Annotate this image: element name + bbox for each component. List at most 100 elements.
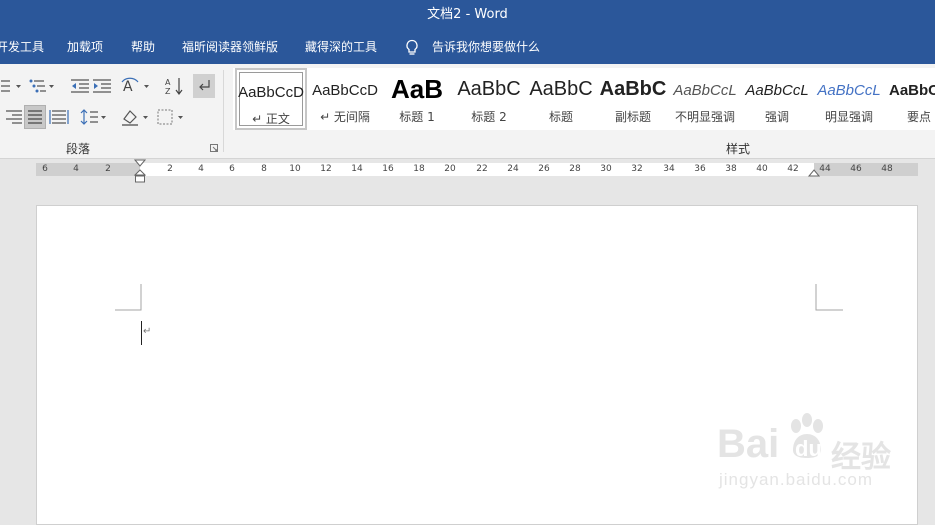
ruler-tick-label: 16: [382, 164, 394, 174]
style-name: 要点: [907, 110, 932, 124]
chinese-layout-icon[interactable]: A: [121, 76, 151, 96]
ruler-tick-label: 22: [476, 164, 488, 174]
right-indent-marker[interactable]: [808, 169, 820, 179]
ruler-tick-label: 4: [198, 164, 204, 174]
show-formatting-button[interactable]: [193, 74, 215, 98]
decrease-indent-icon[interactable]: [69, 76, 91, 96]
margin-corner-top-left: [115, 284, 142, 311]
horizontal-ruler[interactable]: 6 4 2 2 4 6 8 10 12 14 16 18 20 22 24 26…: [36, 163, 918, 176]
watermark-url: jingyan.baidu.com: [719, 470, 874, 489]
group-separator: [223, 70, 224, 152]
style-sample: AaBbC: [457, 78, 521, 100]
ruler-left-margin: [36, 163, 140, 176]
style-sample: AaBbC: [599, 78, 667, 100]
ruler-tick-label: 42: [787, 164, 799, 174]
lightbulb-icon[interactable]: [404, 39, 420, 57]
window-title: 文档2 - Word: [427, 7, 508, 22]
paragraph-mark: ↵: [143, 326, 152, 337]
sort-icon[interactable]: A Z: [164, 76, 186, 96]
style-name: 副标题: [614, 110, 651, 124]
ruler-tick-label: 40: [756, 164, 768, 174]
ruler-tick-label: 48: [881, 164, 893, 174]
paragraph-group-label: 段落: [66, 142, 91, 156]
tab-help[interactable]: 帮助: [131, 30, 155, 64]
justify-icon: [28, 110, 42, 124]
ruler-tick-label: 6: [42, 164, 48, 174]
ruler-tick-label: 10: [289, 164, 301, 174]
style-name: 标题: [548, 110, 573, 124]
style-name: 标题 2: [471, 110, 507, 124]
ruler-tick-label: 28: [569, 164, 581, 174]
style-subtitle[interactable]: AaBbC 副标题: [597, 68, 669, 130]
style-name: 标题 1: [399, 110, 435, 124]
bullets-icon[interactable]: [0, 76, 22, 96]
watermark-brand: Bai: [717, 422, 780, 466]
pilcrow-icon: [199, 80, 210, 91]
ruler-tick-label: 26: [538, 164, 550, 174]
style-sample: AaB: [390, 74, 443, 104]
style-name: 不明显强调: [674, 110, 735, 124]
style-sample: AaBbC: [889, 82, 935, 99]
style-name: ↵ 无间隔: [320, 110, 370, 124]
align-right-icon[interactable]: [2, 107, 24, 127]
style-intense-emphasis[interactable]: AaBbCcL 明显强调: [813, 68, 885, 130]
tab-hidden-tools[interactable]: 藏得深的工具: [305, 30, 377, 64]
ruler-tick-label: 20: [444, 164, 456, 174]
text-cursor: [141, 321, 142, 345]
ruler-tick-label: 46: [850, 164, 862, 174]
style-sample: AaBbCcL: [817, 82, 881, 99]
baidu-jingyan-watermark: Bai du 经验 jingyan.baidu.com: [715, 410, 915, 510]
ruler-tick-label: 4: [73, 164, 79, 174]
style-subtle-emphasis[interactable]: AaBbCcL 不明显强调: [669, 68, 741, 130]
tab-addins[interactable]: 加载项: [67, 30, 103, 64]
style-sample: AaBbCcD: [312, 82, 378, 99]
ruler-tick-label: 2: [167, 164, 173, 174]
shading-icon[interactable]: [120, 107, 150, 127]
ruler-tick-label: 36: [694, 164, 706, 174]
borders-icon[interactable]: [156, 107, 186, 127]
svg-text:A: A: [123, 79, 133, 95]
dialog-launcher-icon[interactable]: [210, 144, 218, 152]
style-name: 强调: [764, 110, 789, 124]
ruler-tick-label: 32: [631, 164, 643, 174]
style-title[interactable]: AaBbC 标题: [525, 68, 597, 130]
tell-me-search[interactable]: 告诉我你想要做什么: [432, 30, 540, 64]
ruler-tick-label: 14: [351, 164, 363, 174]
ruler-tick-label: 2: [105, 164, 111, 174]
first-line-indent-marker[interactable]: [134, 159, 146, 183]
ribbon-tabs: 开发工具 加载项 帮助 福昕阅读器领鲜版 藏得深的工具 告诉我你想要做什么: [0, 30, 935, 64]
ruler-tick-label: 30: [600, 164, 612, 174]
line-spacing-icon[interactable]: [80, 107, 108, 127]
style-sample: AaBbCcL: [745, 82, 809, 99]
watermark-brand-du: du: [795, 436, 822, 461]
svg-text:A: A: [165, 78, 171, 87]
style-name: 明显强调: [824, 110, 873, 124]
style-heading-1[interactable]: AaB 标题 1: [381, 68, 453, 130]
style-strong[interactable]: AaBbC 要点: [885, 68, 935, 130]
ruler-tick-label: 24: [507, 164, 519, 174]
tab-developer[interactable]: 开发工具: [0, 30, 44, 64]
ruler-tick-label: 34: [663, 164, 675, 174]
ruler-tick-label: 38: [725, 164, 737, 174]
style-sample: AaBbCcD: [238, 84, 304, 101]
style-emphasis[interactable]: AaBbCcL 强调: [741, 68, 813, 130]
justify-button[interactable]: [24, 105, 46, 129]
styles-gallery: AaBbCcD ↵ 正文 AaBbCcD ↵ 无间隔 AaB 标题 1 AaBb…: [233, 68, 935, 130]
ruler-tick-label: 18: [413, 164, 425, 174]
ruler-tick-label: 8: [261, 164, 267, 174]
style-sample: AaBbC: [529, 78, 593, 100]
style-sample: AaBbCcL: [673, 82, 737, 99]
horizontal-ruler-area: 6 4 2 2 4 6 8 10 12 14 16 18 20 22 24 26…: [0, 159, 935, 183]
style-name: ↵ 正文: [252, 112, 290, 126]
ruler-tick-label: 44: [819, 164, 831, 174]
multilevel-list-icon[interactable]: [28, 76, 56, 96]
tab-foxit-reader[interactable]: 福昕阅读器领鲜版: [182, 30, 278, 64]
title-bar: 文档2 - Word: [0, 0, 935, 30]
style-heading-2[interactable]: AaBbC 标题 2: [453, 68, 525, 130]
style-no-spacing[interactable]: AaBbCcD ↵ 无间隔: [309, 68, 381, 130]
increase-indent-icon[interactable]: [91, 76, 113, 96]
style-normal[interactable]: AaBbCcD ↵ 正文: [235, 68, 307, 130]
svg-text:Z: Z: [165, 87, 171, 96]
styles-group-label: 样式: [726, 142, 751, 156]
distributed-align-icon[interactable]: [48, 107, 70, 127]
